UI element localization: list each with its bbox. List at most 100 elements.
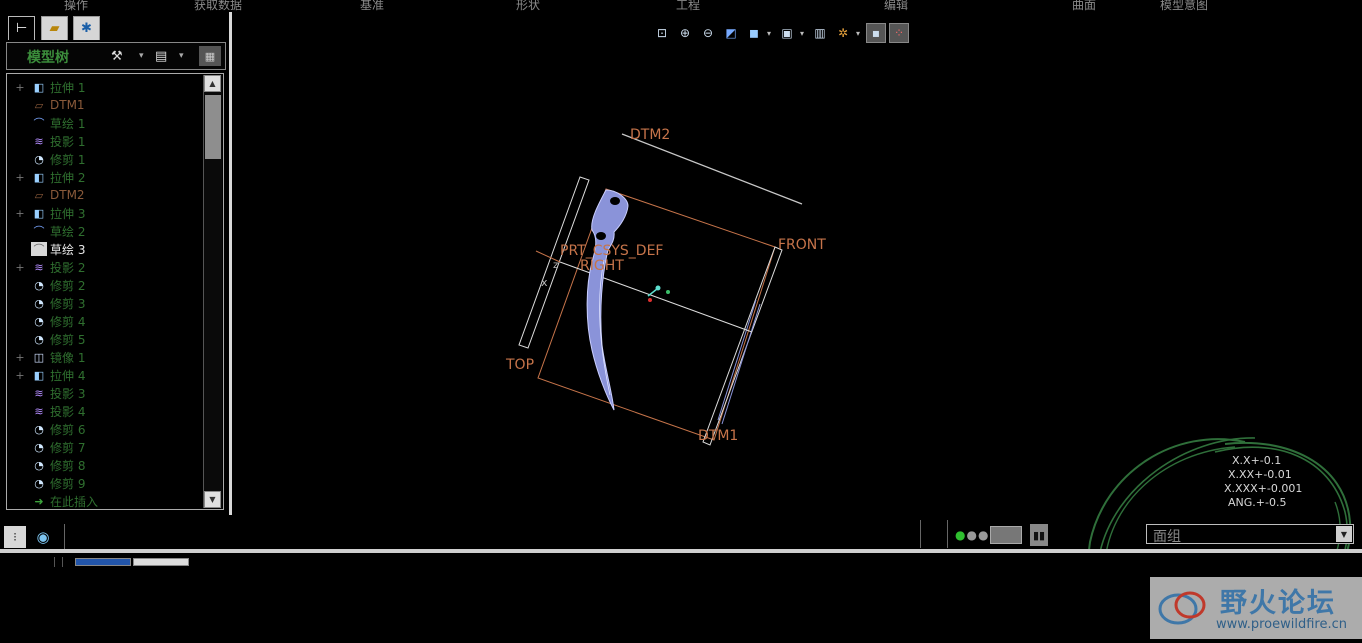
extrude-icon: ◧	[33, 170, 45, 184]
refit-icon[interactable]: ⊡	[652, 23, 672, 43]
menu-model-intent[interactable]: 模型意图	[1160, 0, 1208, 13]
tree-item[interactable]: ≋ 投影 1	[7, 132, 203, 150]
tree-item[interactable]: + ◧ 拉伸 3	[7, 204, 203, 222]
scroll-up-icon[interactable]: ▲	[204, 75, 221, 92]
expand-icon[interactable]: +	[13, 207, 27, 220]
smart-select-icon[interactable]	[990, 526, 1022, 544]
trim-icon: ◔	[34, 440, 44, 454]
msg-tab-active[interactable]	[75, 558, 131, 566]
sketch-icon: ⌒	[33, 225, 45, 238]
spin-center-icon	[655, 285, 661, 291]
tree-item[interactable]: ▱ DTM1	[7, 96, 203, 114]
dtm2-plane-edge	[621, 133, 803, 205]
tree-item[interactable]: ◔ 修剪 5	[7, 330, 203, 348]
show-menu-icon[interactable]: ▤	[155, 46, 167, 66]
tree-item[interactable]: ▱ DTM2	[7, 186, 203, 204]
trim-icon: ◔	[34, 476, 44, 490]
tree-filter-icon[interactable]: ▦	[199, 46, 221, 66]
menu-datum[interactable]: 基准	[360, 0, 384, 13]
scroll-down-icon[interactable]: ▼	[204, 491, 221, 508]
saved-views-icon[interactable]: ▣	[777, 23, 797, 43]
tree-toggle-icon[interactable]: ⁝	[4, 526, 26, 548]
tree-item[interactable]: ⌒ 草绘 3	[7, 240, 203, 258]
tree-item[interactable]: ◔ 修剪 1	[7, 150, 203, 168]
tree-item-label: 投影 4	[50, 404, 86, 419]
tree-item[interactable]: + ◧ 拉伸 4	[7, 366, 203, 384]
tree-item-label: 修剪 6	[50, 422, 86, 437]
tab-model-tree[interactable]: ⊢	[8, 16, 35, 40]
tree-item[interactable]: ≋ 投影 3	[7, 384, 203, 402]
tree-settings-icon[interactable]: ⚒	[111, 46, 123, 66]
forum-watermark: 野火论坛 www.proewildfire.cn	[1150, 577, 1362, 639]
tree-item-label: 草绘 3	[50, 242, 86, 257]
tree-item[interactable]: ⌒ 草绘 1	[7, 114, 203, 132]
tree-item[interactable]: ◔ 修剪 8	[7, 456, 203, 474]
tree-item-label: 拉伸 2	[50, 170, 86, 185]
expand-icon[interactable]: +	[13, 261, 27, 274]
shading-icon[interactable]: ◼	[744, 23, 764, 43]
expand-icon[interactable]: +	[13, 351, 27, 364]
tree-item[interactable]: ➜ 在此插入	[7, 492, 203, 509]
datum-plane-icon: ▱	[34, 98, 44, 112]
scroll-thumb[interactable]	[205, 95, 221, 159]
msg-tab[interactable]	[133, 558, 189, 566]
datum-label-dtm1[interactable]: DTM1	[698, 428, 738, 444]
datum-display-icon[interactable]: ✲	[833, 23, 853, 43]
front-plane-outline	[537, 188, 776, 441]
tree-item[interactable]: ≋ 投影 4	[7, 402, 203, 420]
zoom-in-icon[interactable]: ⊕	[675, 23, 695, 43]
menu-shapes[interactable]: 形状	[516, 0, 540, 13]
tree-item[interactable]: ◔ 修剪 3	[7, 294, 203, 312]
expand-icon[interactable]: +	[13, 81, 27, 94]
tab-favorites[interactable]: ✱	[73, 16, 100, 40]
find-icon[interactable]: ▮▮	[1030, 524, 1048, 546]
datum-label-front[interactable]: FRONT	[778, 237, 826, 253]
repaint-icon[interactable]: ◩	[721, 23, 741, 43]
menu-surfaces[interactable]: 曲面	[1072, 0, 1096, 13]
tree-item-label: DTM2	[50, 188, 85, 202]
csys-z-label: z	[553, 260, 558, 271]
datum-label-right[interactable]: RIGHT	[580, 258, 624, 274]
forum-logo-icon	[1158, 591, 1206, 625]
tree-item[interactable]: ◔ 修剪 9	[7, 474, 203, 492]
datum-label-top[interactable]: TOP	[506, 357, 534, 373]
chevron-down-icon[interactable]: ▼	[1336, 526, 1352, 542]
tree-item[interactable]: ◔ 修剪 4	[7, 312, 203, 330]
display-style-icon[interactable]: ▪	[866, 23, 886, 43]
folders-icon: ▰	[49, 21, 60, 36]
datum-display-dropdown-icon[interactable]: ▾	[856, 29, 863, 38]
zoom-out-icon[interactable]: ⊖	[698, 23, 718, 43]
tree-item[interactable]: ◔ 修剪 7	[7, 438, 203, 456]
tree-item[interactable]: + ◧ 拉伸 2	[7, 168, 203, 186]
tree-settings-dropdown-icon[interactable]: ▾	[139, 46, 144, 66]
tree-item[interactable]: ⌒ 草绘 2	[7, 222, 203, 240]
browser-toggle-icon[interactable]: ◉	[32, 526, 54, 548]
expand-icon[interactable]: +	[13, 171, 27, 184]
shading-dropdown-icon[interactable]: ▾	[767, 29, 774, 38]
datum-label-csys[interactable]: PRT_CSYS_DEF	[560, 243, 663, 259]
tree-item[interactable]: + ≋ 投影 2	[7, 258, 203, 276]
expand-icon[interactable]: +	[13, 369, 27, 382]
tree-item[interactable]: + ◧ 拉伸 1	[7, 78, 203, 96]
selection-filter-value: 面组	[1153, 529, 1181, 545]
selection-filter[interactable]: 面组 ▼	[1146, 524, 1354, 545]
tree-item[interactable]: ◔ 修剪 6	[7, 420, 203, 438]
show-menu-dropdown-icon[interactable]: ▾	[179, 46, 184, 66]
datum-label-dtm2[interactable]: DTM2	[630, 127, 670, 143]
regen-status-icon[interactable]: ●●●	[955, 528, 989, 542]
tree-item-label: DTM1	[50, 98, 85, 112]
annotation-display-icon[interactable]: ⁘	[889, 23, 909, 43]
tree-item[interactable]: ◔ 修剪 2	[7, 276, 203, 294]
menu-engineering[interactable]: 工程	[676, 0, 700, 13]
tree-item-label: 草绘 2	[50, 224, 86, 239]
tree-scrollbar[interactable]: ▲ ▼	[203, 75, 222, 508]
tab-folder-browser[interactable]: ▰	[41, 16, 68, 40]
tree-item[interactable]: + ◫ 镜像 1	[7, 348, 203, 366]
insert-arrow-icon: ➜	[34, 494, 44, 508]
blade-hole-top	[610, 197, 620, 205]
status-divider	[64, 524, 65, 550]
navigator-panel: ⊢ ▰ ✱ 模型树 ⚒ ▾ ▤ ▾ ▦ + ◧ 拉伸 1 ▱ DTM1 ⌒ 草绘 1 ≋ 投影 …	[0, 12, 232, 515]
view-manager-icon[interactable]: ▥	[810, 23, 830, 43]
saved-views-dropdown-icon[interactable]: ▾	[800, 29, 807, 38]
menu-editing[interactable]: 编辑	[884, 0, 908, 13]
